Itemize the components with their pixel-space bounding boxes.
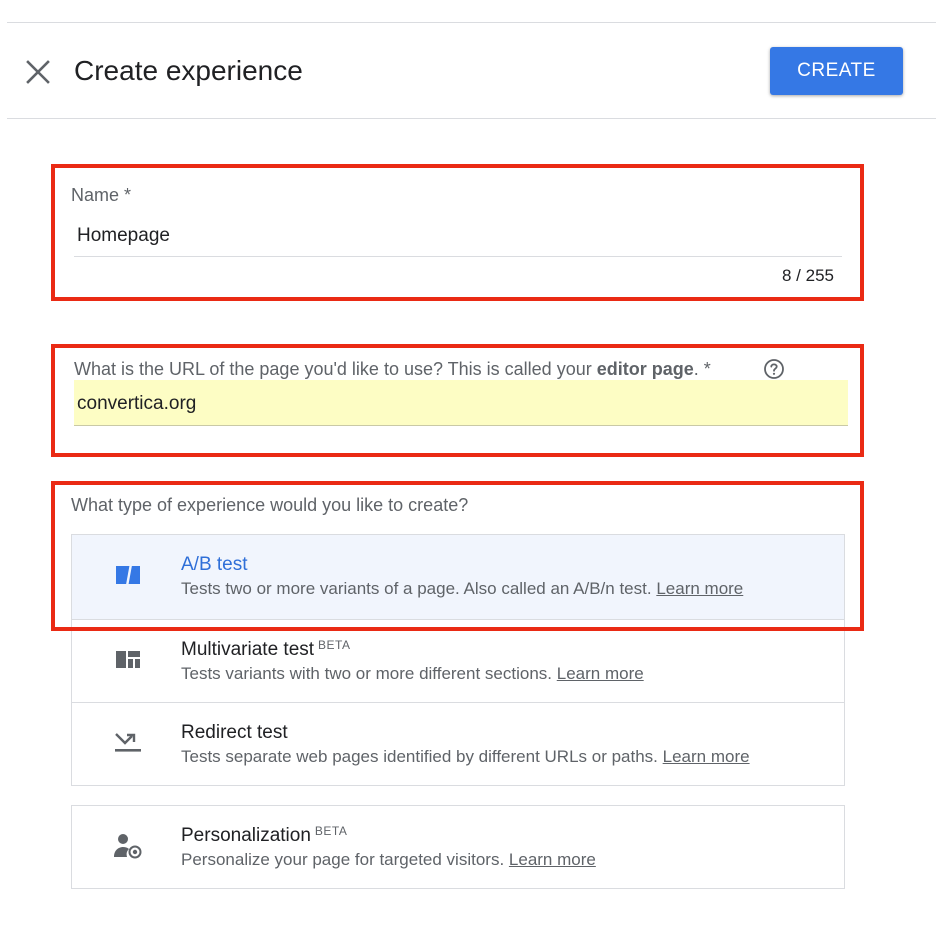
option-title: Personalization BETA: [181, 824, 347, 848]
url-label-bold: editor page: [596, 359, 694, 379]
create-button[interactable]: CREATE: [770, 47, 903, 95]
url-label-prefix: What is the URL of the page you'd like t…: [74, 359, 597, 379]
redirect-icon: [115, 733, 141, 752]
close-icon[interactable]: [22, 56, 54, 88]
help-icon[interactable]: [763, 358, 785, 380]
learn-more-link[interactable]: Learn more: [663, 747, 750, 766]
url-field-label: What is the URL of the page you'd like t…: [74, 358, 711, 380]
name-char-counter: 8 / 255: [782, 266, 834, 285]
option-title-text: Personalization: [181, 825, 311, 846]
experience-type-list: A/B test Tests two or more variants of a…: [71, 534, 845, 786]
option-desc-text: Tests two or more variants of a page. Al…: [181, 579, 652, 598]
learn-more-link[interactable]: Learn more: [509, 850, 596, 869]
beta-badge: BETA: [318, 638, 351, 652]
beta-badge: BETA: [314, 824, 348, 838]
name-input-underline: [74, 256, 842, 257]
option-personalization[interactable]: Personalization BETA Personalize your pag…: [72, 806, 844, 888]
learn-more-link[interactable]: Learn more: [656, 579, 743, 598]
option-ab-test[interactable]: A/B test Tests two or more variants of a…: [72, 535, 844, 619]
personalization-icon: [114, 834, 142, 859]
option-desc: Tests separate web pages identified by d…: [181, 746, 750, 768]
option-desc: Tests two or more variants of a page. Al…: [181, 578, 743, 600]
name-field-label: Name *: [71, 185, 132, 205]
option-desc-text: Tests variants with two or more differen…: [181, 664, 553, 683]
url-label-suffix: . *: [693, 359, 711, 379]
page-title: Create experience: [74, 55, 303, 86]
option-multivariate-test[interactable]: Multivariate test BETA Tests variants wit…: [72, 620, 844, 704]
ab-test-icon: [116, 563, 140, 587]
header-divider: [7, 118, 936, 119]
name-input[interactable]: Homepage: [77, 224, 837, 252]
option-desc: Tests variants with two or more differen…: [181, 663, 644, 685]
option-desc-text: Tests separate web pages identified by d…: [181, 747, 658, 766]
option-title-text: Multivariate test: [181, 639, 315, 660]
learn-more-link[interactable]: Learn more: [557, 664, 644, 683]
experience-type-question: What type of experience would you like t…: [71, 495, 469, 515]
option-title: A/B test: [181, 554, 248, 575]
personalization-card: Personalization BETA Personalize your pag…: [71, 805, 845, 889]
option-title: Redirect test: [181, 722, 288, 743]
option-title: Multivariate test BETA: [181, 638, 351, 662]
option-desc-text: Personalize your page for targeted visit…: [181, 850, 505, 869]
multivariate-icon: [116, 651, 140, 668]
option-redirect-test[interactable]: Redirect test Tests separate web pages i…: [72, 703, 844, 787]
url-input-box[interactable]: convertica.org: [74, 380, 848, 426]
url-input[interactable]: convertica.org: [77, 392, 196, 416]
option-desc: Personalize your page for targeted visit…: [181, 849, 596, 871]
